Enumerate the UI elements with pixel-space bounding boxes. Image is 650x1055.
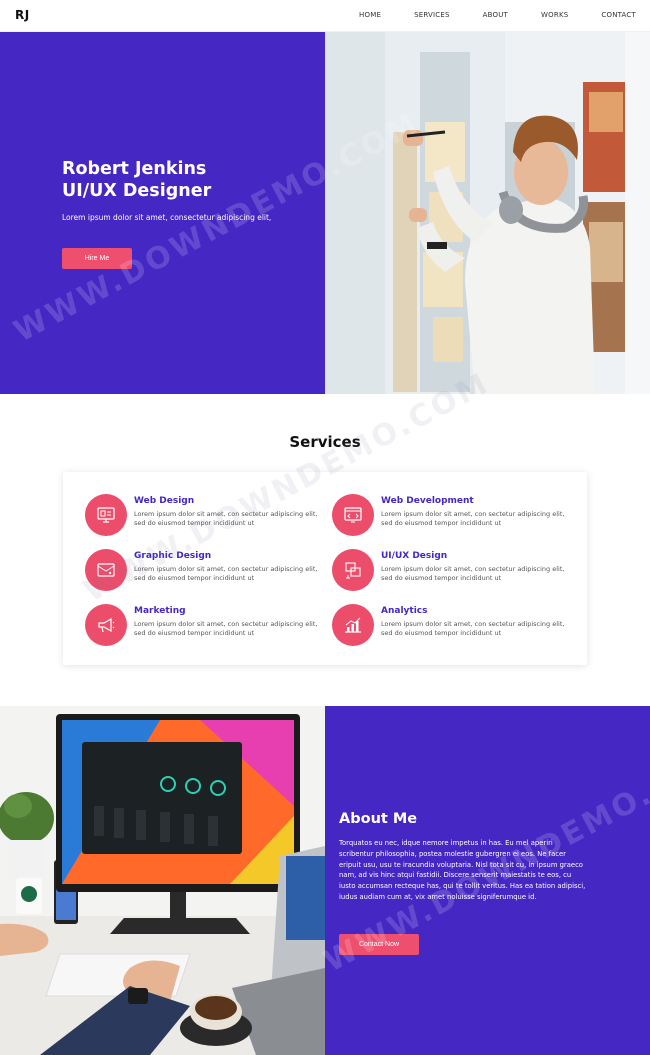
nav-link-about[interactable]: ABOUT (483, 11, 508, 19)
service-description: Lorem ipsum dolor sit amet, con sectetur… (134, 620, 318, 637)
service-item-web-development[interactable]: Web Development Lorem ipsum dolor sit am… (332, 494, 572, 539)
service-name: Graphic Design (134, 551, 212, 561)
service-name: UI/UX Design (381, 551, 448, 561)
service-item-web-design[interactable]: Web Design Lorem ipsum dolor sit amet, c… (85, 494, 325, 539)
service-item-ui-ux-design[interactable]: UI/UX Design Lorem ipsum dolor sit amet,… (332, 549, 572, 594)
service-description: Lorem ipsum dolor sit amet, con sectetur… (381, 565, 565, 582)
about-photo-illustration (0, 706, 325, 1055)
services-card: Web Design Lorem ipsum dolor sit amet, c… (63, 472, 587, 665)
nav-links: HOME SERVICES ABOUT WORKS CONTACT (326, 11, 636, 19)
service-name: Marketing (134, 606, 186, 616)
service-description: Lorem ipsum dolor sit amet, con sectetur… (134, 510, 318, 527)
service-item-analytics[interactable]: Analytics Lorem ipsum dolor sit amet, co… (332, 604, 572, 649)
top-navbar: RJ HOME SERVICES ABOUT WORKS CONTACT (0, 0, 650, 32)
web-design-icon (85, 494, 127, 536)
hero-name: Robert Jenkins (62, 159, 207, 179)
contact-now-button[interactable]: Contact Now (339, 934, 419, 955)
nav-link-works[interactable]: WORKS (541, 11, 568, 19)
hero-photo-illustration (325, 32, 650, 394)
service-description: Lorem ipsum dolor sit amet, con sectetur… (381, 620, 565, 637)
analytics-chart-icon (332, 604, 374, 646)
hero-role: UI/UX Designer (62, 181, 212, 201)
nav-link-services[interactable]: SERVICES (414, 11, 450, 19)
ui-ux-design-icon (332, 549, 374, 591)
graphic-design-icon (85, 549, 127, 591)
megaphone-icon (85, 604, 127, 646)
site-logo[interactable]: RJ (15, 8, 30, 22)
service-name: Web Design (134, 496, 195, 506)
nav-link-contact[interactable]: CONTACT (601, 11, 636, 19)
hero-heading: Robert Jenkins UI/UX Designer (62, 158, 312, 202)
about-heading: About Me (339, 811, 418, 827)
about-paragraph: Torquatos eu nec, idque nemore impetus i… (339, 839, 586, 901)
service-name: Analytics (381, 606, 428, 616)
web-development-icon (332, 494, 374, 536)
nav-link-home[interactable]: HOME (359, 11, 381, 19)
service-name: Web Development (381, 496, 474, 506)
service-item-graphic-design[interactable]: Graphic Design Lorem ipsum dolor sit ame… (85, 549, 325, 594)
service-description: Lorem ipsum dolor sit amet, con sectetur… (381, 510, 565, 527)
service-description: Lorem ipsum dolor sit amet, con sectetur… (134, 565, 318, 582)
services-heading: Services (289, 433, 361, 451)
hero-photo-designer-at-wall (325, 32, 650, 394)
hire-me-button[interactable]: Hire Me (62, 248, 132, 269)
about-photo-workspace (0, 706, 325, 1055)
hero-subtitle: Lorem ipsum dolor sit amet, consectetur … (62, 213, 272, 222)
service-item-marketing[interactable]: Marketing Lorem ipsum dolor sit amet, co… (85, 604, 325, 649)
